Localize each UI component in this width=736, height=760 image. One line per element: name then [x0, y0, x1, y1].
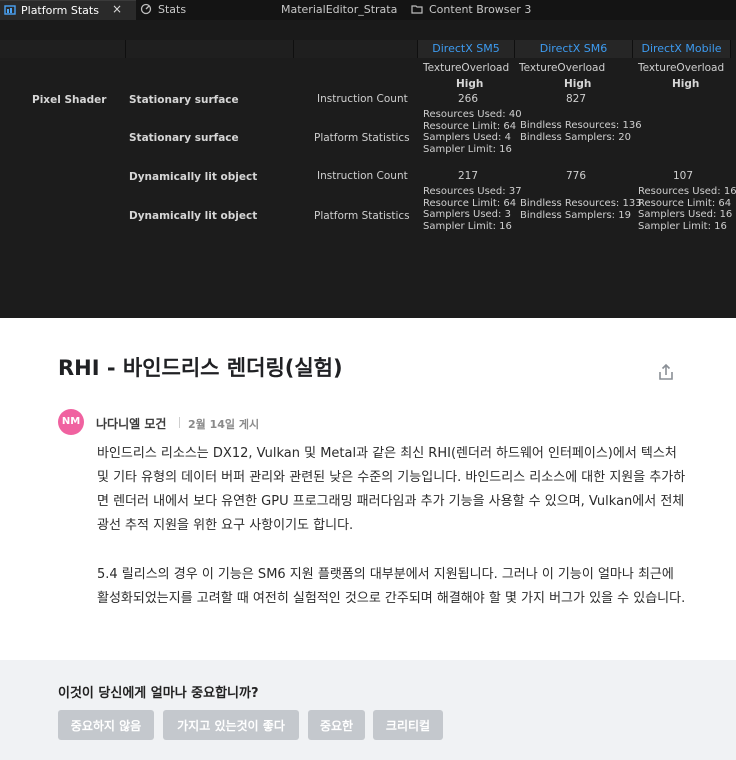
platform-stats-sm5: Resources Used: 37 Resource Limit: 64 Sa…: [423, 186, 522, 232]
header-cell-name: [126, 40, 294, 58]
stat-line: Samplers Used: 16: [638, 209, 733, 220]
row-stat-label: Instruction Count: [317, 93, 408, 105]
platform-stats-sm5: Resources Used: 40 Resource Limit: 64 Sa…: [423, 109, 522, 155]
instruction-count-sm5: 266: [458, 93, 479, 105]
section-label: Pixel Shader: [32, 94, 107, 106]
editor-tab-bar: Platform Stats × Stats MaterialEditor_St…: [0, 0, 736, 20]
meta-divider: [179, 417, 180, 428]
critical-button[interactable]: 크리티컬: [373, 710, 443, 740]
row-stat-label: Platform Statistics: [314, 132, 410, 144]
row-name: Stationary surface: [129, 94, 239, 106]
article-paragraph: 5.4 릴리스의 경우 이 기능은 SM6 지원 플랫폼의 대부분에서 지원됩니…: [97, 567, 686, 606]
header-cell-stat: [294, 40, 418, 58]
row-stat-label: Platform Statistics: [314, 210, 410, 222]
quality-label-sm5: High: [456, 78, 484, 90]
platform-stats-panel: Platform Stats × Stats MaterialEditor_St…: [0, 0, 736, 318]
tab-label: Platform Stats: [21, 4, 99, 17]
instruction-count-mobile: 107: [673, 170, 694, 182]
important-button[interactable]: 중요한: [308, 710, 365, 740]
stat-line: Bindless Resources: 136: [520, 120, 642, 131]
tab-material-editor[interactable]: MaterialEditor_Strata: [281, 0, 397, 20]
tab-stats[interactable]: Stats: [140, 0, 186, 20]
tab-label: Content Browser 3: [429, 3, 532, 16]
overload-label-sm6: TextureOverload: [519, 62, 606, 74]
row-stat-label: Instruction Count: [317, 170, 408, 182]
platform-stats-icon: [4, 5, 16, 15]
post-date: 2월 14일 게시: [188, 418, 260, 431]
stat-line: Resources Used: 16: [638, 186, 736, 197]
platform-stats-sm6: Bindless Resources: 136 Bindless Sampler…: [520, 120, 642, 143]
row-name: Dynamically lit object: [129, 210, 258, 222]
importance-feedback: 이것이 당신에게 얼마나 중요합니까? 중요하지 않음 가지고 있는것이 좋다 …: [0, 660, 736, 760]
instruction-count-sm6: 776: [566, 170, 587, 182]
stat-line: Bindless Resources: 133: [520, 198, 642, 209]
platform-stats-mobile: Resources Used: 16 Resource Limit: 64 Sa…: [638, 186, 736, 232]
stat-line: Samplers Used: 3: [423, 209, 511, 220]
tab-content-browser[interactable]: Content Browser 3: [411, 0, 531, 20]
row-name: Dynamically lit object: [129, 171, 258, 183]
article-title: RHI - 바인드리스 렌더링(실험): [58, 356, 343, 380]
not-important-button[interactable]: 중요하지 않음: [58, 710, 154, 740]
feature-article: RHI - 바인드리스 렌더링(실험) NM 나다니엘 모건 2월 14일 게시…: [0, 318, 736, 660]
feedback-question: 이것이 당신에게 얼마나 중요합니까?: [58, 686, 259, 701]
stat-line: Samplers Used: 4: [423, 132, 511, 143]
instruction-count-sm5: 217: [458, 170, 479, 182]
stats-icon: [140, 3, 152, 15]
nice-to-have-button[interactable]: 가지고 있는것이 좋다: [163, 710, 299, 740]
column-header-sm6[interactable]: DirectX SM6: [515, 40, 633, 58]
tab-label: Stats: [158, 3, 187, 16]
stat-line: Sampler Limit: 16: [638, 220, 727, 232]
row-name: Stationary surface: [129, 132, 239, 144]
header-cell-section: [0, 40, 126, 58]
stat-line: Sampler Limit: 16: [423, 143, 512, 155]
overload-label-sm5: TextureOverload: [423, 62, 510, 74]
share-icon[interactable]: [656, 362, 676, 382]
folder-icon: [411, 5, 423, 14]
avatar: NM: [58, 409, 84, 435]
stat-line: Bindless Samplers: 19: [520, 209, 631, 221]
stat-line: Resource Limit: 64: [638, 197, 732, 209]
quality-label-sm6: High: [564, 78, 592, 90]
article-paragraph: 바인드리스 리소스는 DX12, Vulkan 및 Metal과 같은 최신 R…: [97, 446, 686, 533]
toolbar-strip: [0, 20, 736, 40]
author-name[interactable]: 나다니엘 모건: [96, 415, 166, 432]
quality-label-mobile: High: [672, 78, 700, 90]
stat-line: Resources Used: 40: [423, 109, 522, 120]
stat-line: Sampler Limit: 16: [423, 220, 512, 232]
tab-label: MaterialEditor_Strata: [281, 3, 398, 16]
stat-line: Resources Used: 37: [423, 186, 522, 197]
platform-stats-sm6: Bindless Resources: 133 Bindless Sampler…: [520, 198, 642, 221]
stat-line: Resource Limit: 64: [423, 197, 517, 209]
overload-label-mobile: TextureOverload: [638, 62, 725, 74]
stat-line: Bindless Samplers: 20: [520, 131, 631, 143]
column-header-mobile[interactable]: DirectX Mobile: [633, 40, 731, 58]
column-header-sm5[interactable]: DirectX SM5: [418, 40, 515, 58]
instruction-count-sm6: 827: [566, 93, 587, 105]
close-icon[interactable]: ×: [112, 0, 122, 20]
stat-line: Resource Limit: 64: [423, 120, 517, 132]
